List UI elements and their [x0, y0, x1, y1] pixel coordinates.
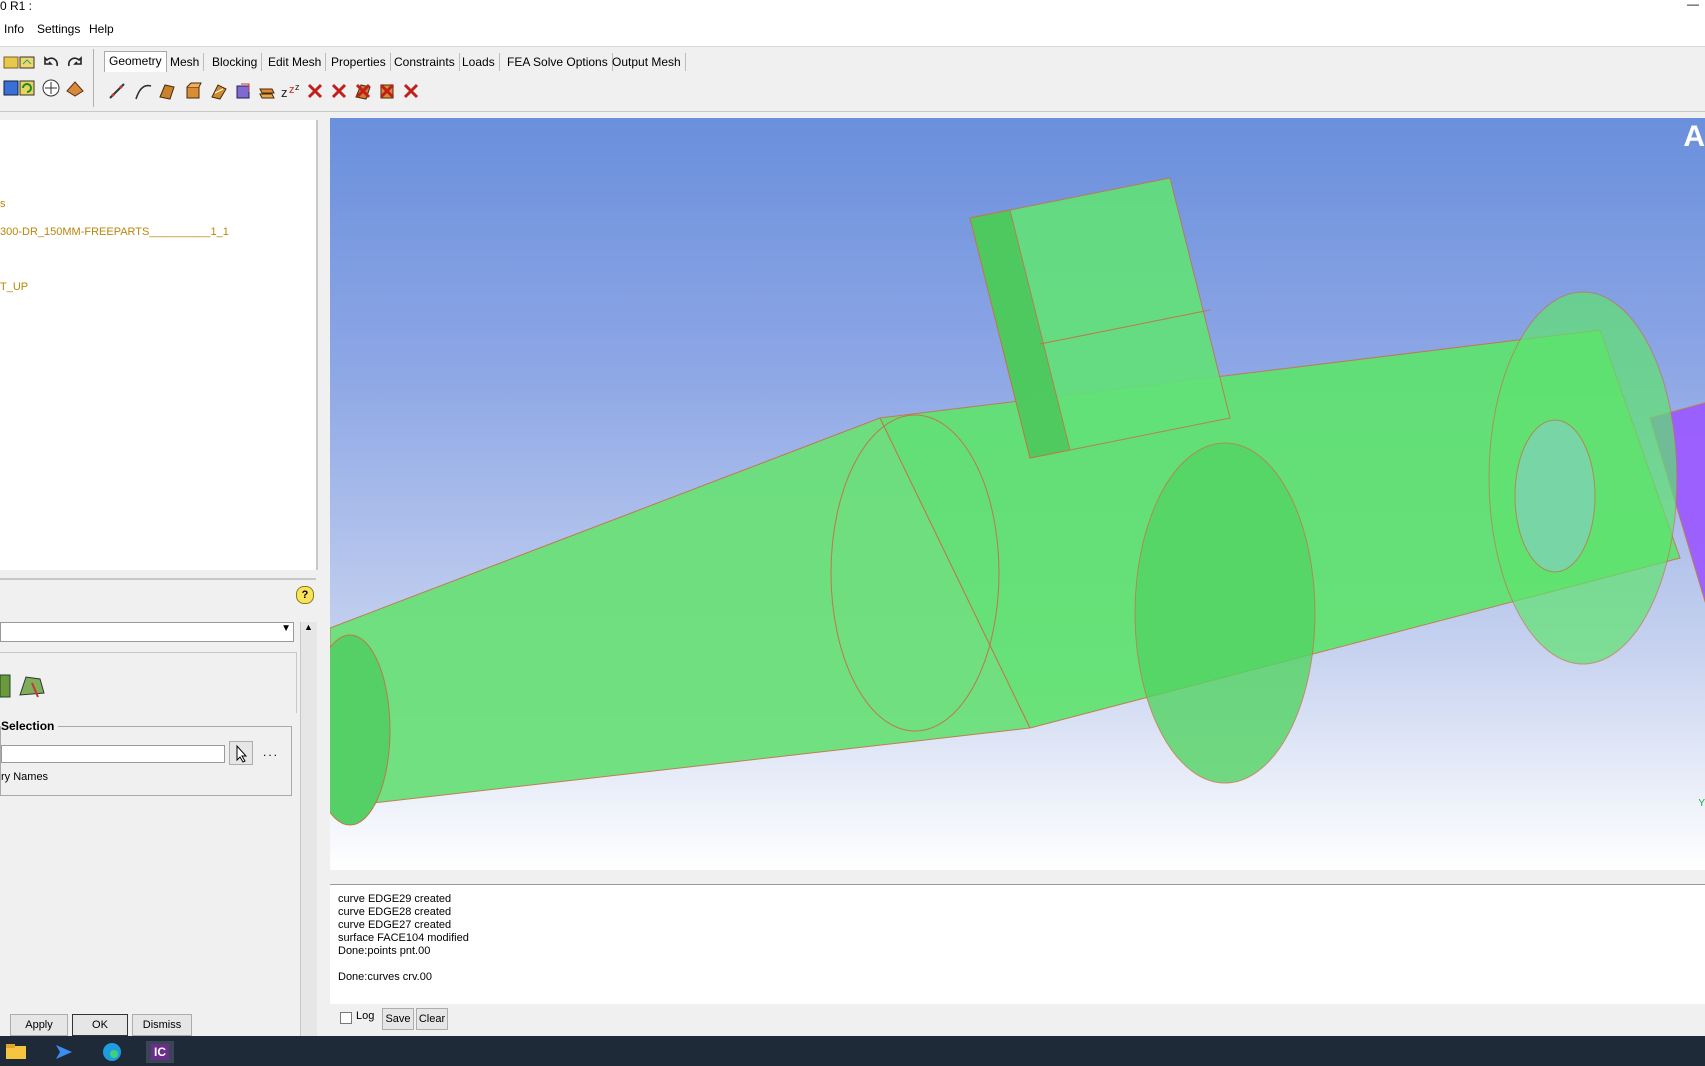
tab-output-mesh[interactable]: Output Mesh [608, 53, 686, 71]
create-curve-icon[interactable] [132, 80, 154, 102]
inlet-ring [1134, 442, 1316, 784]
message-line: Done:curves crv.00 [338, 971, 432, 983]
function-group [0, 652, 297, 713]
file-explorer-icon[interactable] [4, 1041, 28, 1063]
log-label: Log [356, 1010, 375, 1022]
function-icon[interactable] [0, 671, 12, 701]
message-line: curve EDGE27 created [338, 919, 452, 931]
tab-edit-mesh[interactable]: Edit Mesh [264, 53, 327, 71]
svg-text:z: z [289, 84, 295, 96]
model-tree-panel: s 300-DR_150MM-FREEPARTS__________1_1 T_… [0, 120, 318, 570]
scroll-up-icon[interactable]: ▲ [304, 622, 313, 632]
edge-icon[interactable] [100, 1041, 124, 1063]
open-geometry-icon[interactable] [16, 51, 38, 73]
tab-mesh[interactable]: Mesh [166, 53, 205, 71]
message-toolbar: Log Save Clear [330, 1004, 1705, 1036]
geometry-scene [330, 177, 1705, 826]
apply-button[interactable]: Apply [10, 1014, 68, 1036]
tab-geometry[interactable]: Geometry [104, 51, 167, 72]
vortex-finder-opening [1514, 419, 1596, 573]
toolbar-divider [93, 49, 94, 107]
selection-input[interactable] [1, 745, 225, 763]
message-line: Done:points pnt.00 [338, 945, 431, 957]
tab-fea-solve-options[interactable]: FEA Solve Options [503, 53, 613, 71]
delete-body-icon[interactable] [376, 80, 398, 102]
message-window: curve EDGE29 created curve EDGE28 create… [330, 884, 1705, 1005]
delete-surface-icon[interactable] [352, 80, 374, 102]
mail-icon[interactable] [52, 1041, 76, 1063]
axis-triad-label: Y [1698, 798, 1705, 809]
graphics-viewport[interactable]: A Y [330, 118, 1705, 870]
tree-item-part[interactable]: T_UP [0, 281, 28, 293]
browse-button[interactable]: ... [263, 745, 279, 759]
corner-label: A [1683, 120, 1705, 153]
tab-blocking[interactable]: Blocking [208, 53, 263, 71]
repair-geometry-icon[interactable] [208, 80, 230, 102]
form-dropdown[interactable]: ▼ [0, 622, 294, 642]
display-icon[interactable] [64, 77, 86, 99]
tree-item-part[interactable]: 300-DR_150MM-FREEPARTS__________1_1 [0, 226, 229, 238]
save-log-button[interactable]: Save [382, 1008, 414, 1030]
menu-help[interactable]: Help [89, 22, 114, 36]
message-line: curve EDGE28 created [338, 906, 452, 918]
create-surface-icon[interactable] [156, 80, 178, 102]
window-title: 0 R1 : [0, 0, 33, 13]
transform-geometry-icon[interactable] [232, 80, 254, 102]
taskbar: IC [0, 1036, 1705, 1066]
delete-curve-icon[interactable] [328, 80, 350, 102]
menu-bar: Info Settings Help [0, 14, 1705, 47]
icem-icon[interactable]: IC [146, 1041, 174, 1063]
message-line: curve EDGE29 created [338, 893, 452, 905]
menu-info[interactable]: Info [4, 22, 24, 36]
selection-label: Selection [1, 719, 59, 733]
svg-text:z: z [281, 85, 288, 100]
title-bar: 0 R1 : — [0, 0, 1705, 14]
panel-divider [0, 578, 316, 580]
tree-item[interactable]: s [0, 198, 6, 210]
menu-settings[interactable]: Settings [37, 22, 80, 36]
names-label: ry Names [1, 771, 49, 783]
help-icon[interactable]: ? [296, 586, 314, 604]
zzz-delete-unattached-icon[interactable]: zzz [280, 80, 302, 102]
form-scrollbar[interactable]: ▲ ▼ [300, 622, 317, 1046]
tab-properties[interactable]: Properties [327, 53, 391, 71]
redo-icon[interactable] [64, 51, 86, 73]
select-geometry-icon[interactable] [16, 671, 48, 701]
clear-log-button[interactable]: Clear [416, 1008, 448, 1030]
ok-button[interactable]: OK [72, 1014, 128, 1036]
selection-group: Selection ... ry Names [0, 719, 292, 796]
tab-constraints[interactable]: Constraints [390, 53, 460, 71]
select-pointer-button[interactable] [229, 741, 253, 765]
delete-point-icon[interactable] [304, 80, 326, 102]
message-line: surface FACE104 modified [338, 932, 469, 944]
minimize-button[interactable]: — [1687, 0, 1699, 10]
create-body-icon[interactable] [182, 80, 204, 102]
undo-icon[interactable] [40, 51, 62, 73]
tab-loads[interactable]: Loads [458, 53, 500, 71]
restore-geometry-icon[interactable] [256, 80, 278, 102]
dismiss-button[interactable]: Dismiss [132, 1014, 192, 1036]
svg-text:z: z [295, 82, 300, 92]
reload-icon[interactable] [16, 77, 38, 99]
create-point-icon[interactable] [106, 80, 128, 102]
delete-any-entity-icon[interactable] [400, 80, 422, 102]
toolbar: Geometry Mesh Blocking Edit Mesh Propert… [0, 47, 1705, 112]
form-panel: ? ▼ ▲ ▼ Selection ... ry Names Apply OK … [0, 578, 317, 1046]
log-checkbox[interactable] [340, 1012, 352, 1024]
measure-icon[interactable] [40, 77, 62, 99]
chevron-down-icon: ▼ [281, 623, 291, 634]
